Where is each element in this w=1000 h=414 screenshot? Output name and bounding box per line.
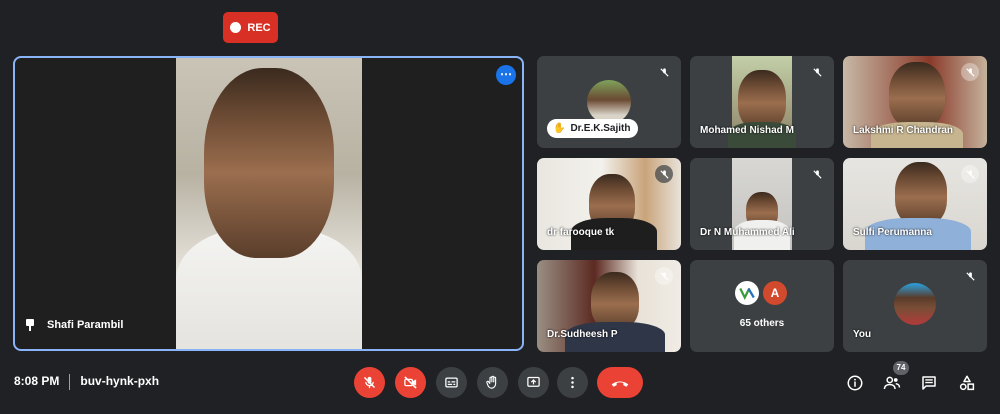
meeting-code[interactable]: buv-hynk-pxh	[80, 374, 159, 390]
more-options-button[interactable]	[557, 367, 588, 398]
mic-off-icon	[655, 63, 673, 81]
avatar	[735, 281, 759, 305]
present-icon	[527, 376, 540, 387]
raise-hand-icon	[486, 375, 497, 389]
chat-icon	[922, 376, 936, 390]
camera-off-icon	[404, 376, 417, 389]
main-speaker-label: Shafi Parambil	[25, 319, 123, 331]
avatar	[894, 283, 936, 325]
participant-tile[interactable]: ✋ Dr.E.K.Sajith	[537, 56, 681, 148]
others-count-label: 65 others	[739, 318, 785, 329]
participant-tile[interactable]: Dr.Sudheesh P	[537, 260, 681, 352]
camera-toggle-button[interactable]	[395, 367, 426, 398]
captions-icon	[445, 377, 458, 388]
avatar: A	[763, 281, 787, 305]
divider	[69, 374, 71, 390]
participant-name: Lakshmi R Chandran	[853, 125, 954, 136]
mic-off-icon	[961, 165, 979, 183]
captions-button[interactable]	[436, 367, 467, 398]
main-speaker-tile[interactable]: ⋯ Shafi Parambil	[13, 56, 524, 351]
mic-off-icon	[655, 267, 673, 285]
people-icon	[883, 376, 901, 390]
mic-off-icon	[961, 63, 979, 81]
participant-tile[interactable]: Mohamed Nishad M	[690, 56, 834, 148]
meeting-time: 8:08 PM	[14, 374, 60, 388]
participant-name: Dr.E.K.Sajith	[570, 123, 631, 134]
recording-indicator: REC	[223, 12, 278, 43]
recording-label: REC	[247, 21, 271, 34]
activities-icon	[959, 375, 975, 391]
mic-off-icon	[961, 267, 979, 285]
activities-button[interactable]	[956, 372, 978, 394]
chat-button[interactable]	[918, 372, 940, 394]
participant-name: Sulfi Perumanna	[853, 227, 932, 238]
participant-name: You	[853, 329, 872, 340]
others-tile[interactable]: A 65 others	[690, 260, 834, 352]
people-count-badge: 74	[893, 361, 909, 375]
speaker-video	[176, 58, 362, 349]
info-icon	[847, 375, 863, 391]
mic-off-icon	[655, 165, 673, 183]
present-screen-button[interactable]	[518, 367, 549, 398]
participant-tile[interactable]: Dr N Muhammed Ali	[690, 158, 834, 250]
leave-call-button[interactable]	[597, 367, 643, 398]
people-button[interactable]	[881, 372, 903, 394]
participant-name: dr farooque tk	[547, 227, 615, 238]
microphone-toggle-button[interactable]	[354, 367, 385, 398]
record-dot-icon	[230, 22, 242, 33]
mic-off-icon	[808, 165, 826, 183]
self-tile[interactable]: You	[843, 260, 987, 352]
meeting-details: 8:08 PM buv-hynk-pxh	[14, 374, 159, 390]
participant-name: Dr N Muhammed Ali	[700, 227, 795, 238]
participant-tile[interactable]: dr farooque tk	[537, 158, 681, 250]
mic-off-icon	[363, 376, 376, 389]
participant-tile[interactable]: Lakshmi R Chandran	[843, 56, 987, 148]
pin-icon[interactable]	[25, 319, 35, 331]
raised-hand-icon: ✋	[553, 123, 566, 134]
participant-tile[interactable]: Sulfi Perumanna	[843, 158, 987, 250]
mic-off-icon	[808, 63, 826, 81]
main-speaker-name: Shafi Parambil	[47, 319, 124, 331]
meeting-info-button[interactable]	[844, 372, 866, 394]
participant-name: Mohamed Nishad M	[700, 125, 794, 136]
more-vert-icon	[571, 376, 574, 389]
raise-hand-button[interactable]	[477, 367, 508, 398]
participant-name: Dr.Sudheesh P	[547, 329, 618, 340]
avatar	[587, 80, 631, 124]
end-call-icon	[611, 381, 629, 387]
more-options-icon[interactable]: ⋯	[496, 65, 516, 85]
raised-hand-badge: ✋ Dr.E.K.Sajith	[547, 119, 639, 138]
